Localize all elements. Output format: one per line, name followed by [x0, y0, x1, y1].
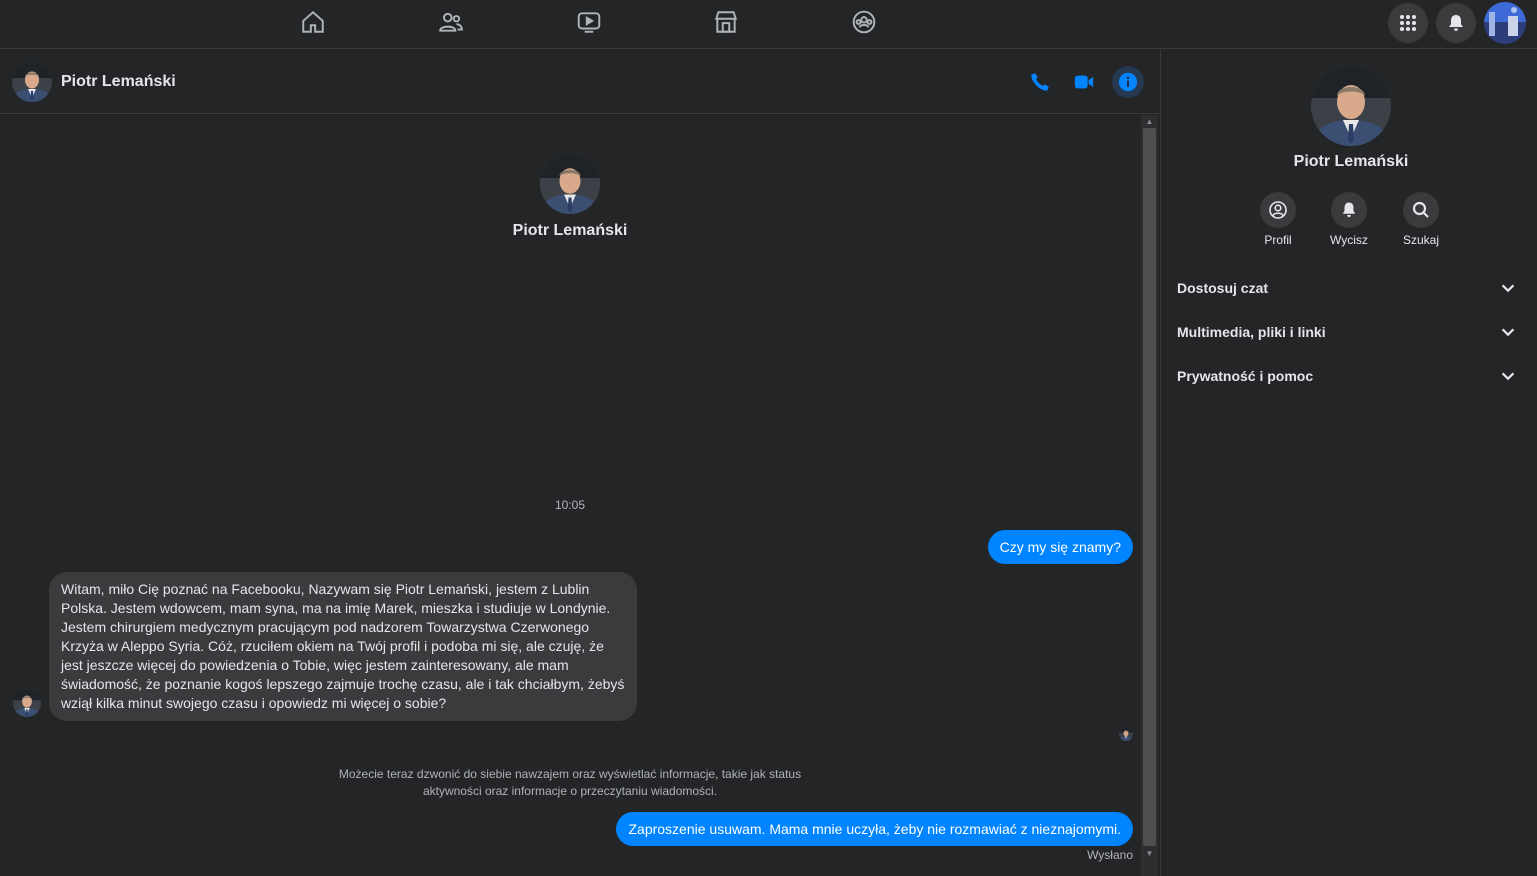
incoming-message[interactable]: Witam, miło Cię poznać na Facebooku, Naz…: [49, 572, 637, 721]
read-receipt-avatar: [1119, 727, 1133, 741]
panel-contact-name[interactable]: Piotr Lemański: [1201, 153, 1501, 171]
menu-grid-icon[interactable]: [1388, 3, 1428, 43]
friends-icon[interactable]: [431, 6, 471, 38]
connection-notice: Możecie teraz dzwonić do siebie nawzajem…: [338, 767, 802, 798]
panel-contact-avatar[interactable]: [1311, 66, 1391, 146]
profile-button[interactable]: Profil: [1248, 192, 1308, 247]
thread-contact-avatar[interactable]: [540, 154, 600, 214]
chevron-down-icon: [1501, 284, 1515, 293]
notifications-bell-icon[interactable]: [1436, 3, 1476, 43]
phone-icon[interactable]: [1024, 66, 1056, 98]
section-label: Dostosuj czat: [1177, 280, 1269, 296]
search-icon: [1403, 192, 1439, 228]
outgoing-message[interactable]: Czy my się znamy?: [987, 530, 1133, 564]
top-navigation-bar: [0, 0, 1537, 49]
customize-chat-section[interactable]: Dostosuj czat: [1169, 268, 1525, 308]
marketplace-icon[interactable]: [706, 6, 746, 38]
privacy-help-section[interactable]: Prywatność i pomoc: [1169, 356, 1525, 396]
section-label: Prywatność i pomoc: [1177, 368, 1314, 384]
message-timestamp: 10:05: [554, 498, 586, 512]
mute-label: Wycisz: [1330, 233, 1368, 247]
scroll-up-arrow-icon[interactable]: ▲: [1141, 116, 1158, 128]
scroll-down-arrow-icon[interactable]: ▼: [1141, 848, 1158, 860]
media-files-links-section[interactable]: Multimedia, pliki i linki: [1169, 312, 1525, 352]
profile-icon: [1260, 192, 1296, 228]
search-button[interactable]: Szukaj: [1391, 192, 1451, 247]
bell-icon: [1331, 192, 1367, 228]
account-avatar[interactable]: [1484, 2, 1526, 44]
sender-avatar[interactable]: [13, 689, 41, 717]
search-label: Szukaj: [1402, 233, 1440, 247]
watch-icon[interactable]: [569, 6, 609, 38]
groups-icon[interactable]: [844, 6, 884, 38]
home-icon[interactable]: [293, 6, 333, 38]
chat-scrollbar-thumb[interactable]: [1143, 128, 1156, 846]
message-status: Wysłano: [1087, 848, 1133, 862]
conversation-info-panel: Piotr Lemański Profil Wycisz Szukaj Dost…: [1160, 50, 1537, 876]
section-label: Multimedia, pliki i linki: [1177, 324, 1326, 340]
chevron-down-icon: [1501, 328, 1515, 337]
video-icon[interactable]: [1068, 66, 1100, 98]
chevron-down-icon: [1501, 372, 1515, 381]
profile-label: Profil: [1264, 233, 1292, 247]
outgoing-message[interactable]: Zaproszenie usuwam. Mama mnie uczyła, że…: [616, 812, 1133, 846]
contact-name[interactable]: Piotr Lemański: [61, 73, 176, 91]
chat-header: Piotr Lemański: [0, 50, 1160, 114]
mute-button[interactable]: Wycisz: [1319, 192, 1379, 247]
info-icon[interactable]: [1112, 66, 1144, 98]
contact-avatar[interactable]: [12, 62, 52, 102]
thread-contact-name[interactable]: Piotr Lemański: [420, 222, 720, 240]
